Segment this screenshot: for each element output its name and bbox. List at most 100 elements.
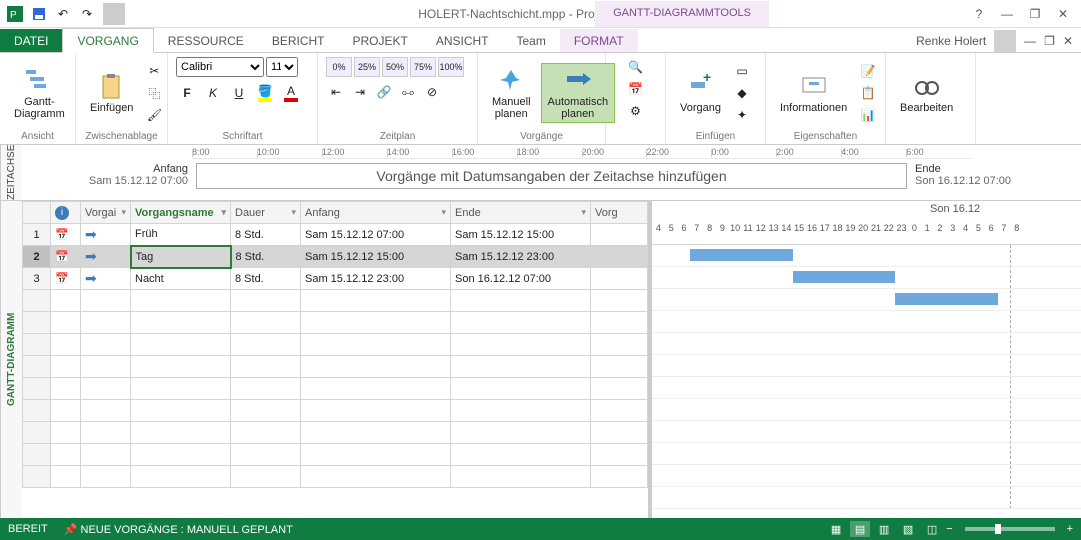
table-row-empty[interactable] [23,422,648,444]
notes-icon[interactable]: 📝 [857,61,879,81]
subwin-restore-icon[interactable]: ❐ [1044,34,1055,48]
help-icon[interactable]: ? [969,4,989,24]
tab-projekt[interactable]: PROJEKT [338,29,421,52]
details-icon[interactable]: 📋 [857,83,879,103]
percent-0-button[interactable]: 0% [326,57,352,77]
outdent-icon[interactable]: ⇤ [326,83,346,101]
bg-color-button[interactable]: 🪣 [254,83,276,103]
col-row-number[interactable] [23,202,51,224]
tab-bericht[interactable]: BERICHT [258,29,339,52]
row-vorg-cell[interactable] [591,268,648,290]
row-vorg-cell[interactable] [591,246,648,268]
gantt-bar[interactable] [793,271,895,283]
gantt-diagram-button[interactable]: Gantt- Diagramm [8,64,71,122]
bold-button[interactable]: F [176,83,198,103]
close-icon[interactable]: ✕ [1053,4,1073,24]
tab-vorgang[interactable]: VORGANG [62,28,153,53]
zoom-slider[interactable] [965,527,1055,531]
timeline-hint-bar[interactable]: Vorgänge mit Datumsangaben der Zeitachse… [196,163,907,189]
col-anfang[interactable]: Anfang▾ [301,202,451,224]
view-shortcut-4-icon[interactable]: ▧ [898,521,918,537]
italic-button[interactable]: K [202,83,224,103]
table-row-empty[interactable] [23,378,648,400]
insert-task-button[interactable]: + Vorgang [674,70,727,116]
zoom-out-icon[interactable]: − [946,523,952,535]
inactive-icon[interactable]: ⊘ [422,83,442,101]
format-painter-icon[interactable]: 🖌 [143,105,165,125]
paste-button[interactable]: Einfügen [84,70,139,116]
row-ende-cell[interactable]: Son 16.12.12 07:00 [451,268,591,290]
view-shortcut-2-icon[interactable]: ▤ [850,521,870,537]
tab-ansicht[interactable]: ANSICHT [422,29,503,52]
save-icon[interactable] [28,3,50,25]
table-row-empty[interactable] [23,466,648,488]
subwin-close-icon[interactable]: ✕ [1063,34,1073,48]
link-icon[interactable]: 🔗 [374,83,394,101]
deliverable-icon[interactable]: ✦ [731,105,753,125]
ribbon-minimize-icon[interactable]: — [997,4,1017,24]
col-name[interactable]: Vorgangsname▾ [131,202,231,224]
col-dauer[interactable]: Dauer▾ [231,202,301,224]
table-row-empty[interactable] [23,334,648,356]
row-mode-cell[interactable]: ➡ [81,224,131,246]
row-info-cell[interactable]: 📅 [51,224,81,246]
tab-ressource[interactable]: RESSOURCE [154,29,258,52]
cut-icon[interactable]: ✂ [143,61,165,81]
row-ende-cell[interactable]: Sam 15.12.12 23:00 [451,246,591,268]
col-mode[interactable]: Vorgai▾ [81,202,131,224]
manual-plan-button[interactable]: Manuell planen [486,64,537,122]
file-tab[interactable]: DATEI [0,29,62,52]
row-dauer-cell[interactable]: 8 Std. [231,246,301,268]
information-button[interactable]: Informationen [774,70,853,116]
row-name-cell[interactable]: Tag [131,246,231,268]
percent-50-button[interactable]: 50% [382,57,408,77]
row-name-cell[interactable]: Nacht [131,268,231,290]
tab-format[interactable]: FORMAT [560,29,638,52]
percent-100-button[interactable]: 100% [438,57,464,77]
tab-team[interactable]: Team [503,29,560,52]
gantt-bar[interactable] [895,293,997,305]
restore-icon[interactable]: ❐ [1025,4,1045,24]
row-number[interactable]: 1 [23,224,51,246]
font-size-select[interactable]: 11 [266,57,298,77]
unlink-icon[interactable]: ⧟ [398,83,418,101]
status-new-tasks[interactable]: 📌 NEUE VORGÄNGE : MANUELL GEPLANT [64,523,293,536]
row-info-cell[interactable]: 📅 [51,246,81,268]
table-row-empty[interactable] [23,290,648,312]
row-number[interactable]: 2 [23,246,51,268]
view-shortcut-3-icon[interactable]: ▥ [874,521,894,537]
milestone-icon[interactable]: ◆ [731,83,753,103]
row-anfang-cell[interactable]: Sam 15.12.12 07:00 [301,224,451,246]
font-color-button[interactable]: A [280,83,302,103]
view-shortcut-5-icon[interactable]: ◫ [922,521,942,537]
redo-icon[interactable]: ↷ [76,3,98,25]
user-name[interactable]: Renke Holert [916,34,986,48]
timeline-add-icon[interactable]: 📊 [857,105,879,125]
move-icon[interactable]: 📅 [625,79,647,99]
col-ende[interactable]: Ende▾ [451,202,591,224]
table-row-empty[interactable] [23,400,648,422]
underline-button[interactable]: U [228,83,250,103]
row-anfang-cell[interactable]: Sam 15.12.12 15:00 [301,246,451,268]
row-number[interactable]: 3 [23,268,51,290]
table-row[interactable]: 3📅➡Nacht8 Std.Sam 15.12.12 23:00Son 16.1… [23,268,648,290]
inspect-icon[interactable]: 🔍 [625,57,647,77]
zoom-in-icon[interactable]: + [1067,523,1073,535]
mode-icon[interactable]: ⚙ [625,101,647,121]
subwin-minimize-icon[interactable]: — [1024,34,1036,48]
summary-icon[interactable]: ▭ [731,61,753,81]
table-row-empty[interactable] [23,356,648,378]
edit-button[interactable]: Bearbeiten [894,70,959,116]
col-info[interactable]: i [51,202,81,224]
copy-icon[interactable]: ⿻ [143,83,165,103]
indent-icon[interactable]: ⇥ [350,83,370,101]
user-avatar-icon[interactable] [994,30,1016,52]
table-row[interactable]: 2📅➡Tag8 Std.Sam 15.12.12 15:00Sam 15.12.… [23,246,648,268]
undo-icon[interactable]: ↶ [52,3,74,25]
percent-75-button[interactable]: 75% [410,57,436,77]
row-mode-cell[interactable]: ➡ [81,246,131,268]
row-vorg-cell[interactable] [591,224,648,246]
row-ende-cell[interactable]: Sam 15.12.12 15:00 [451,224,591,246]
row-anfang-cell[interactable]: Sam 15.12.12 23:00 [301,268,451,290]
row-name-cell[interactable]: Früh [131,224,231,246]
